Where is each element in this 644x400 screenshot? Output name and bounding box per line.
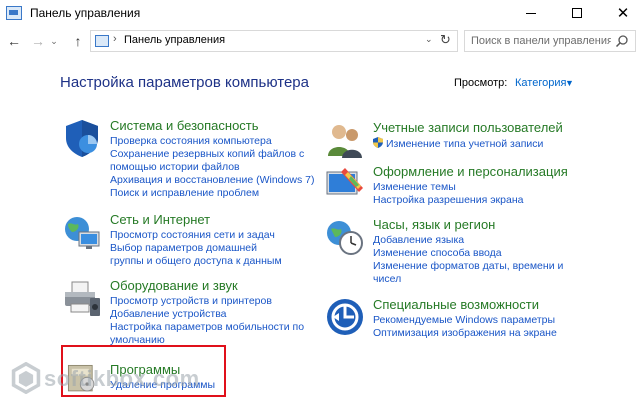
ease-of-access-icon[interactable] [325, 297, 365, 337]
category-title-hardware[interactable]: Оборудование и звук [110, 278, 238, 293]
link-mobility-settings[interactable]: Настройка параметров мобильности по умол… [110, 321, 310, 347]
arrow-up-icon: ↑ [74, 33, 82, 49]
link-network-status[interactable]: Просмотр состояния сети и задач [110, 229, 285, 242]
back-button[interactable]: ← [4, 31, 24, 51]
window-title: Панель управления [30, 6, 141, 20]
watermark-text: softikbox.com [44, 366, 200, 391]
maximize-icon [572, 8, 582, 18]
category-title-access[interactable]: Специальные возможности [373, 297, 539, 312]
link-input-method[interactable]: Изменение способа ввода [373, 247, 573, 260]
close-button[interactable]: ✕ [600, 0, 644, 26]
category-title-accounts[interactable]: Учетные записи пользователей [373, 120, 563, 135]
breadcrumb-separator-icon[interactable]: › [113, 33, 117, 45]
link-change-theme[interactable]: Изменение темы [373, 181, 593, 194]
users-icon[interactable] [325, 120, 365, 160]
link-check-computer-status[interactable]: Проверка состояния компьютера [110, 135, 310, 148]
minimize-button[interactable] [508, 0, 554, 26]
category-title-appearance[interactable]: Оформление и персонализация [373, 164, 568, 179]
view-by-label: Просмотр: [454, 77, 508, 89]
search-box[interactable] [464, 30, 636, 52]
link-homegroup[interactable]: Выбор параметров домашней группы и общег… [110, 242, 285, 268]
control-panel-icon [6, 6, 22, 20]
link-optimize-display[interactable]: Оптимизация изображения на экране [373, 327, 593, 340]
search-input[interactable] [471, 33, 611, 49]
category-title-system[interactable]: Система и безопасность [110, 118, 259, 133]
link-add-language[interactable]: Добавление языка [373, 234, 573, 247]
link-troubleshoot[interactable]: Поиск и исправление проблем [110, 187, 310, 200]
forward-button[interactable]: → [28, 31, 48, 51]
watermark: softikbox.com [10, 360, 240, 396]
page-title: Настройка параметров компьютера [60, 74, 309, 91]
arrow-left-icon: ← [7, 33, 21, 49]
search-icon[interactable] [615, 34, 629, 48]
appearance-icon[interactable] [325, 164, 365, 204]
printer-icon[interactable] [62, 278, 102, 318]
link-change-account-type[interactable]: Изменение типа учетной записи [373, 137, 593, 151]
breadcrumb-control-panel[interactable]: Панель управления [124, 34, 225, 46]
up-button[interactable]: ↑ [68, 31, 88, 51]
link-change-account-type-label: Изменение типа учетной записи [386, 138, 544, 150]
link-devices-printers[interactable]: Просмотр устройств и принтеров [110, 295, 310, 308]
control-panel-icon [95, 35, 109, 47]
globe-network-icon[interactable] [62, 212, 102, 252]
link-backup-restore[interactable]: Архивация и восстановление (Windows 7) [110, 174, 314, 187]
close-icon: ✕ [616, 4, 630, 22]
category-title-network[interactable]: Сеть и Интернет [110, 212, 210, 227]
maximize-button[interactable] [554, 0, 600, 26]
link-screen-resolution[interactable]: Настройка разрешения экрана [373, 194, 593, 207]
arrow-right-icon: → [31, 33, 45, 49]
watermark-logo-icon [11, 362, 41, 394]
caret-down-icon[interactable]: ▼ [565, 78, 574, 88]
link-date-formats[interactable]: Изменение форматов даты, времени и чисел [373, 260, 573, 286]
minimize-icon [526, 12, 536, 14]
address-dropdown-icon[interactable]: ⌄ [425, 34, 433, 45]
category-title-clock[interactable]: Часы, язык и регион [373, 217, 495, 232]
link-file-history[interactable]: Сохранение резервных копий файлов с помо… [110, 148, 310, 174]
address-bar[interactable]: › Панель управления ⌄ ↻ [90, 30, 458, 52]
navigation-bar: ← → ⌄ ↑ › Панель управления ⌄ ↻ [0, 26, 644, 56]
link-recommended-settings[interactable]: Рекомендуемые Windows параметры [373, 314, 593, 327]
shield-icon[interactable] [62, 118, 102, 158]
recent-locations-button[interactable]: ⌄ [48, 31, 60, 51]
uac-shield-icon [373, 137, 383, 148]
title-bar: Панель управления ✕ [0, 0, 644, 26]
refresh-icon[interactable]: ↻ [440, 32, 451, 48]
clock-globe-icon[interactable] [325, 217, 365, 257]
chevron-down-icon: ⌄ [50, 35, 58, 46]
link-add-device[interactable]: Добавление устройства [110, 308, 310, 321]
view-by-dropdown[interactable]: Категория [515, 77, 566, 89]
